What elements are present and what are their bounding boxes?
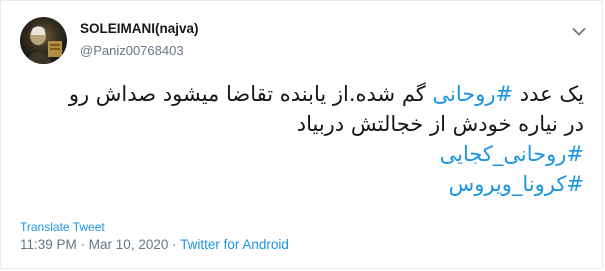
user-handle[interactable]: @Paniz00768403: [80, 43, 184, 58]
tweet-line: #کرونا_ویروس: [24, 169, 584, 199]
hashtag-link[interactable]: #کرونا_ویروس: [449, 172, 584, 196]
hashtag-link[interactable]: #روحانی: [432, 82, 513, 106]
tweet-date[interactable]: Mar 10, 2020: [89, 237, 169, 252]
avatar-image: [20, 17, 67, 64]
tweet-source-link[interactable]: Twitter for Android: [180, 237, 289, 252]
meta-separator: ·: [76, 237, 89, 252]
tweet-line: یک عدد #روحانی گم شده.از یابنده تقاضا می…: [24, 79, 584, 109]
tweet-text: یک عدد #روحانی گم شده.از یابنده تقاضا می…: [24, 79, 584, 199]
translate-tweet-link[interactable]: Translate Tweet: [20, 220, 105, 234]
tweet-card: SOLEIMANI(najva) @Paniz00768403 یک عدد #…: [0, 0, 603, 269]
chevron-down-icon[interactable]: [572, 27, 586, 37]
tweet-text-segment: در نیاره خودش از خجالتش دربیاد: [296, 112, 584, 136]
avatar[interactable]: [20, 17, 67, 64]
user-display-name[interactable]: SOLEIMANI(najva): [80, 21, 199, 36]
tweet-time[interactable]: 11:39 PM: [20, 237, 77, 252]
hashtag-link[interactable]: #روحانی_کجایی: [440, 142, 584, 166]
tweet-line: #روحانی_کجایی: [24, 139, 584, 169]
meta-separator: ·: [168, 237, 181, 252]
tweet-text-segment: یک عدد: [513, 82, 584, 106]
tweet-metadata: 11:39 PM · Mar 10, 2020 · Twitter for An…: [20, 237, 289, 252]
tweet-text-segment: گم شده.از یابنده تقاضا میشود صداش رو: [68, 82, 433, 106]
tweet-line: در نیاره خودش از خجالتش دربیاد: [24, 109, 584, 139]
